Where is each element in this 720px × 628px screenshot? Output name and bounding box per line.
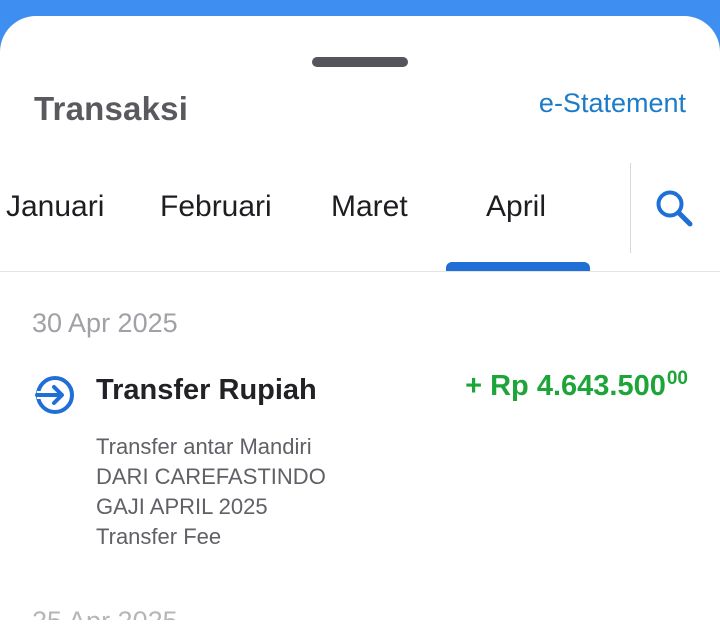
description-line: GAJI APRIL 2025 — [96, 494, 268, 519]
drag-handle[interactable] — [312, 57, 408, 67]
next-transaction-date-header: 25 Apr 2025 — [32, 606, 212, 620]
search-icon — [656, 190, 693, 227]
transaction-description: Transfer antar Mandiri DARI CAREFASTINDO… — [96, 432, 326, 552]
description-line: Transfer antar Mandiri — [96, 434, 312, 459]
transaction-title: Transfer Rupiah — [96, 374, 317, 406]
header-divider — [0, 271, 720, 272]
e-statement-link[interactable]: e-Statement — [539, 88, 686, 119]
transfer-in-icon — [35, 376, 74, 414]
page-title: Transaksi — [34, 90, 189, 127]
amount-decimal: 00 — [666, 368, 688, 389]
tab-april[interactable]: April — [486, 190, 546, 224]
description-line: Transfer Fee — [96, 524, 222, 549]
transaction-amount: + Rp 4.643.50000 — [465, 368, 688, 403]
next-date-text: 25 Apr 2025 — [32, 606, 212, 620]
tab-maret[interactable]: Maret — [331, 190, 408, 224]
transaction-date-header: 30 Apr 2025 — [32, 308, 178, 338]
tabs-divider — [630, 163, 631, 253]
month-tabs: Januari Februari Maret April — [0, 160, 630, 272]
tab-januari[interactable]: Januari — [6, 190, 104, 224]
description-line: DARI CAREFASTINDO — [96, 464, 326, 489]
tab-februari[interactable]: Februari — [160, 190, 272, 224]
amount-main: + Rp 4.643.500 — [465, 370, 666, 402]
search-button[interactable] — [654, 188, 696, 230]
transaction-row[interactable]: Transfer Rupiah + Rp 4.643.50000 Transfe… — [0, 366, 720, 549]
